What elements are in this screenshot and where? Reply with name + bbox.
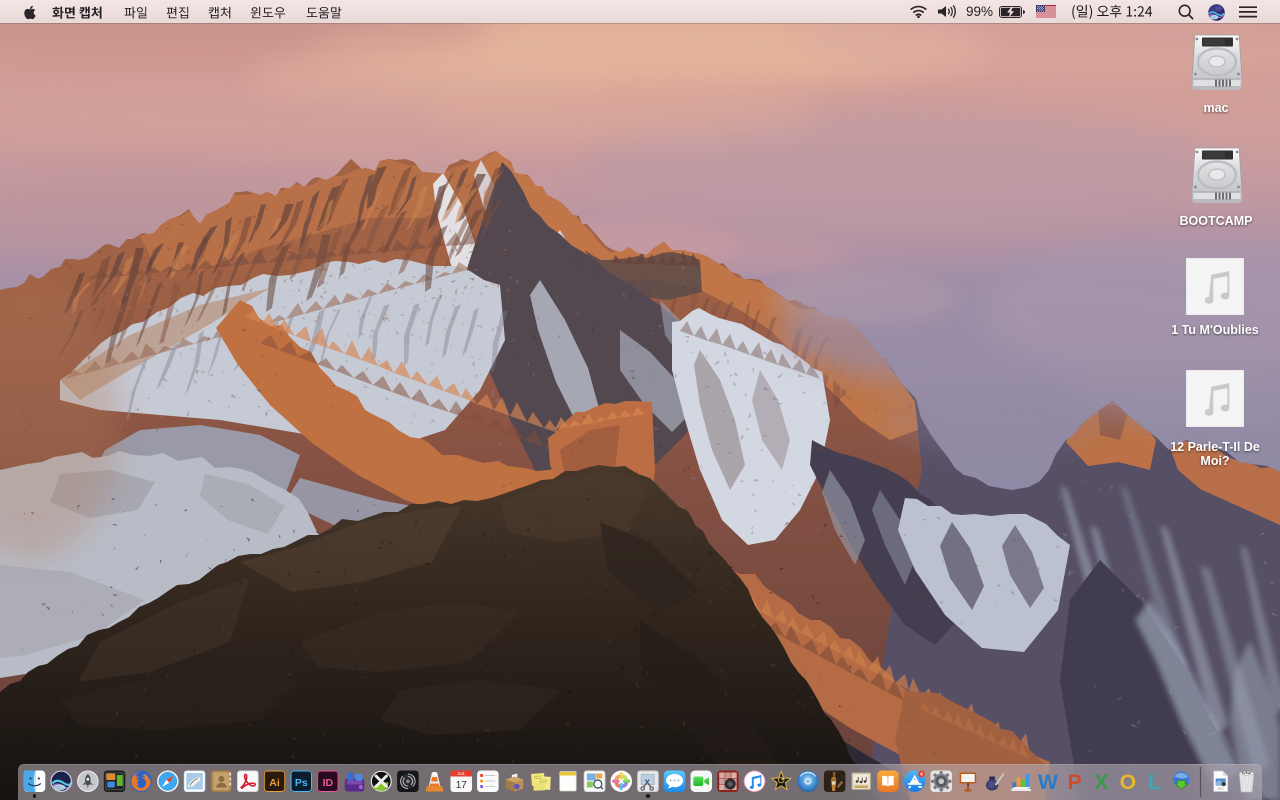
svg-text:JUL: JUL <box>457 771 465 776</box>
svg-text:X: X <box>1094 771 1108 794</box>
svg-text:L: L <box>1148 771 1161 794</box>
svg-text:W: W <box>1038 771 1058 794</box>
svg-text:4: 4 <box>920 772 923 778</box>
svg-text:Ps: Ps <box>295 777 308 789</box>
svg-text:17: 17 <box>456 780 468 791</box>
svg-text:ID: ID <box>323 777 334 789</box>
svg-text:O: O <box>1120 771 1136 794</box>
svg-text:JPG: JPG <box>1218 787 1225 791</box>
svg-text:Ai: Ai <box>269 777 280 789</box>
svg-text:P: P <box>1068 771 1082 794</box>
